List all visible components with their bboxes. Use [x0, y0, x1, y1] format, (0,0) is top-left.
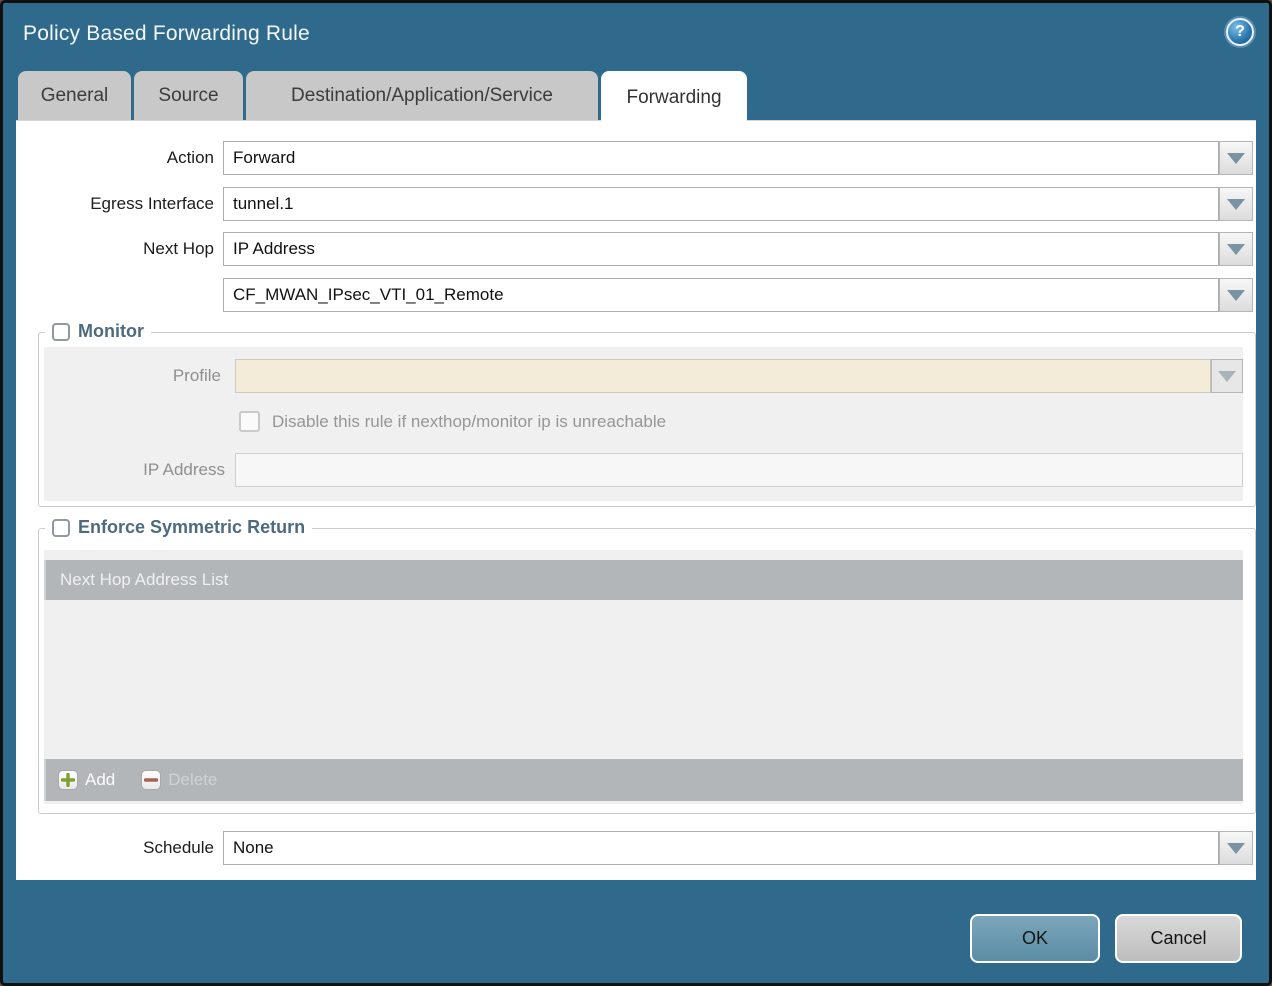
chevron-down-icon [1227, 244, 1245, 255]
disable-rule-checkbox [239, 411, 260, 432]
schedule-label: Schedule [19, 831, 214, 865]
tab-forwarding[interactable]: Forwarding [601, 71, 747, 124]
schedule-select[interactable]: None [223, 831, 1219, 865]
monitor-checkbox[interactable] [52, 323, 70, 341]
pbf-rule-dialog: Policy Based Forwarding Rule ? General S… [0, 0, 1272, 986]
tab-general[interactable]: General [18, 71, 131, 120]
profile-select [235, 359, 1211, 393]
monitor-legend: Monitor [45, 321, 151, 342]
ok-button[interactable]: OK [970, 914, 1100, 963]
symmetric-return-section: Enforce Symmetric Return Next Hop Addres… [38, 528, 1256, 814]
tab-destination-application-service[interactable]: Destination/Application/Service [246, 71, 598, 120]
next-hop-address-dropdown-button[interactable] [1219, 278, 1253, 312]
monitor-panel: Profile Disable this rule if nexthop/mon… [44, 347, 1243, 501]
next-hop-type-select[interactable]: IP Address [223, 232, 1219, 266]
egress-interface-select[interactable]: tunnel.1 [223, 187, 1219, 221]
tab-bar: General Source Destination/Application/S… [18, 71, 747, 124]
action-label: Action [19, 141, 214, 175]
table-footer: Add Delete [44, 759, 1243, 801]
profile-dropdown-button [1211, 359, 1243, 393]
symmetric-return-legend: Enforce Symmetric Return [45, 517, 312, 538]
next-hop-type-dropdown-button[interactable] [1219, 232, 1253, 266]
monitor-ip-address-input [235, 453, 1243, 487]
disable-rule-label: Disable this rule if nexthop/monitor ip … [272, 410, 666, 433]
action-dropdown-button[interactable] [1219, 141, 1253, 175]
monitor-section: Monitor Profile Disable this rule if nex… [38, 332, 1256, 507]
help-icon[interactable]: ? [1226, 18, 1254, 46]
dialog-title: Policy Based Forwarding Rule [23, 22, 310, 46]
add-icon [58, 770, 78, 790]
forwarding-panel: Action Forward Egress Interface tunnel.1… [16, 120, 1256, 880]
next-hop-address-table: Next Hop Address List Add [44, 550, 1243, 804]
symmetric-return-legend-label: Enforce Symmetric Return [78, 517, 305, 538]
cancel-button[interactable]: Cancel [1115, 914, 1242, 963]
chevron-down-icon [1227, 199, 1245, 210]
add-button[interactable]: Add [58, 770, 115, 790]
chevron-down-icon [1227, 843, 1245, 854]
delete-button-label: Delete [168, 770, 217, 790]
profile-label: Profile [44, 359, 221, 393]
table-body [44, 600, 1243, 759]
symmetric-return-checkbox[interactable] [52, 519, 70, 537]
egress-interface-dropdown-button[interactable] [1219, 187, 1253, 221]
chevron-down-icon [1227, 153, 1245, 164]
monitor-ip-address-label: IP Address [44, 453, 225, 487]
next-hop-address-select[interactable]: CF_MWAN_IPsec_VTI_01_Remote [223, 278, 1219, 312]
delete-icon [141, 770, 161, 790]
next-hop-label: Next Hop [19, 232, 214, 266]
delete-button: Delete [141, 770, 217, 790]
schedule-dropdown-button[interactable] [1219, 831, 1253, 865]
chevron-down-icon [1227, 290, 1245, 301]
title-bar: Policy Based Forwarding Rule ? [3, 3, 1269, 67]
add-button-label: Add [85, 770, 115, 790]
monitor-legend-label: Monitor [78, 321, 144, 342]
tab-source[interactable]: Source [134, 71, 243, 120]
action-select[interactable]: Forward [223, 141, 1219, 175]
egress-interface-label: Egress Interface [19, 187, 214, 221]
chevron-down-icon [1218, 371, 1236, 382]
table-header-next-hop-address-list: Next Hop Address List [44, 560, 1243, 600]
